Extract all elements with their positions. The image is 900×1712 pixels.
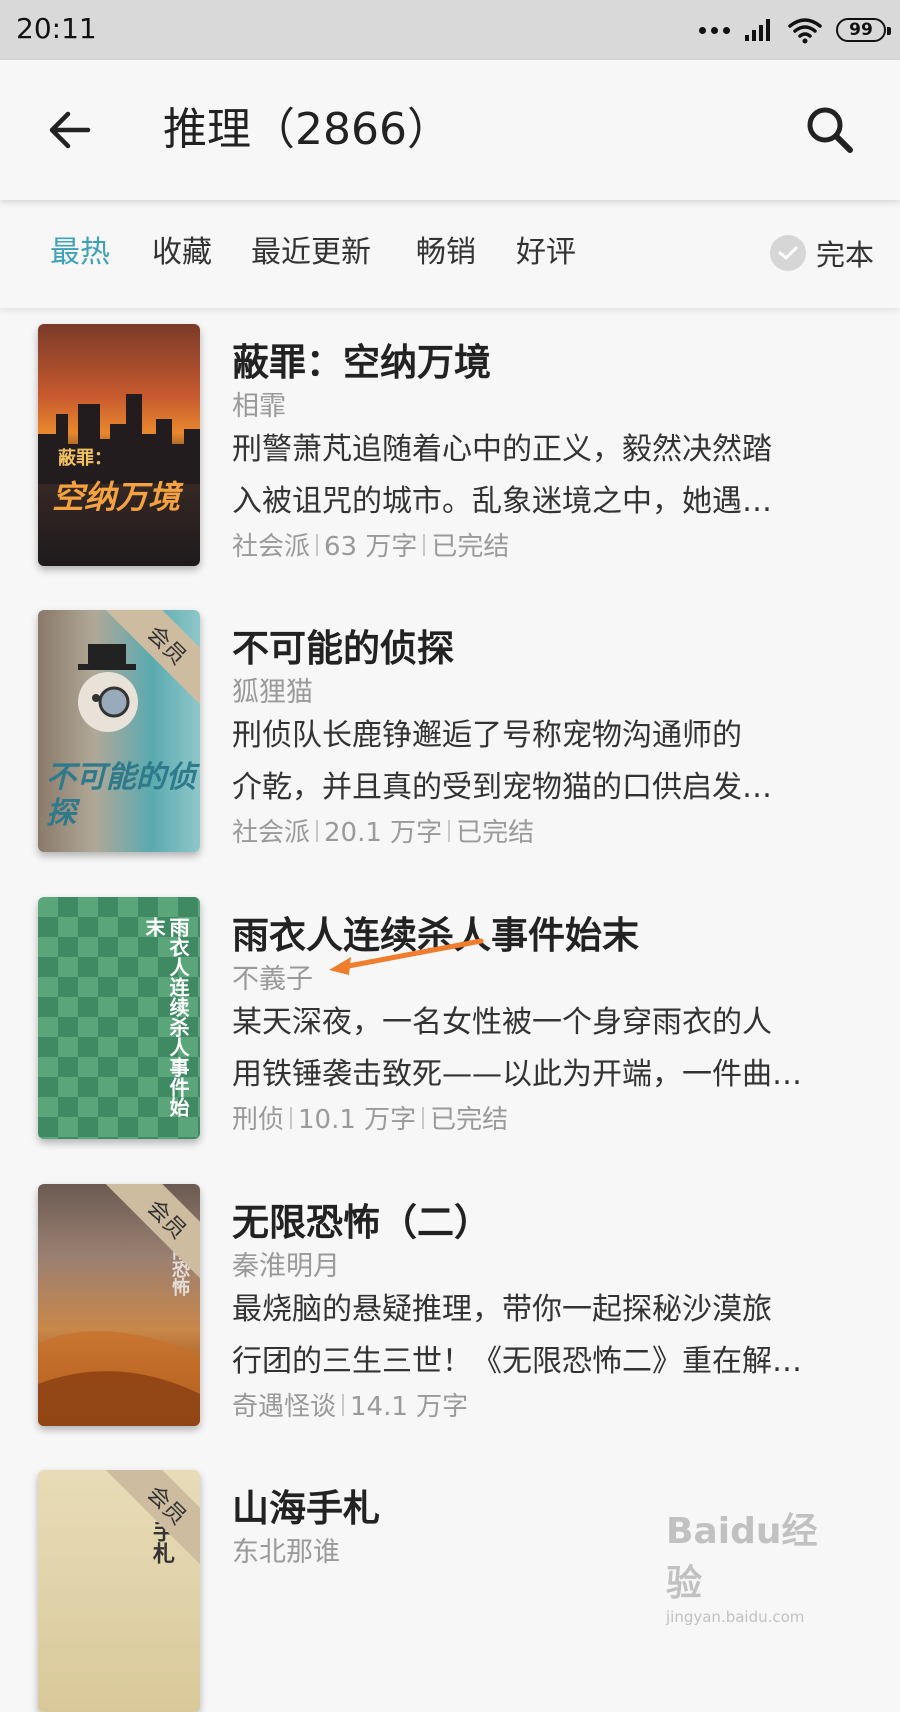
book-genre: 奇遇怪谈 <box>232 1392 337 1422</box>
cover-title: 不可能的侦探 <box>46 760 196 831</box>
book-genre: 社会派 <box>232 532 311 562</box>
book-status: 已完结 <box>456 818 535 848</box>
completed-filter-label: 完本 <box>815 238 874 272</box>
annotation-arrow-icon <box>329 938 484 975</box>
tab-bestseller[interactable]: 畅销 <box>416 231 476 275</box>
book-genre: 刑侦 <box>232 1105 285 1135</box>
book-title: 山海手札 <box>232 1487 380 1530</box>
book-status: 已完结 <box>430 1105 509 1135</box>
book-author: 相霏 <box>232 391 286 422</box>
completed-filter[interactable]: 完本 <box>769 228 874 278</box>
book-description: 最烧脑的悬疑推理，带你一起探秘沙漠旅 行团的三生三世！《无限恐怖二》重在解… <box>232 1292 802 1379</box>
book-meta: 社会派 20.1 万字 已完结 <box>232 812 534 849</box>
check-icon <box>769 235 806 271</box>
book-author: 不義子 <box>232 964 313 995</box>
book-item[interactable]: 无限恐怖 会员 无限恐怖（二） 秦淮明月 最烧脑的悬疑推理，带你一起探秘沙漠旅 … <box>0 1184 900 1434</box>
book-description: 刑警萧芃追随着心中的正义，毅然决然踏 入被诅咒的城市。乱象迷境之中，她遇… <box>232 432 772 519</box>
page-title: 推理（2866） <box>163 104 451 155</box>
book-meta: 刑侦 10.1 万字 已完结 <box>232 1099 508 1136</box>
baidu-watermark: Baidu经验 jingyan.baidu.com <box>666 1511 818 1626</box>
desert-dunes-icon <box>38 1331 200 1426</box>
tab-favorites[interactable]: 收藏 <box>152 231 212 275</box>
tab-recent-update[interactable]: 最近更新 <box>251 231 371 275</box>
battery-icon: 99 <box>836 18 891 42</box>
cover-title: 雨衣人连续杀人事件始末 <box>142 917 190 1117</box>
book-author: 狐狸猫 <box>232 677 313 708</box>
book-item[interactable]: 不可能的侦探 会员 不可能的侦探 狐狸猫 刑侦队长鹿铮邂逅了号称宠物沟通师的 介… <box>0 610 900 860</box>
book-author: 东北那谁 <box>232 1537 340 1568</box>
app-bar: 推理（2866） <box>0 60 900 200</box>
book-meta: 奇遇怪谈 14.1 万字 <box>232 1386 468 1423</box>
book-author: 秦淮明月 <box>232 1251 340 1282</box>
book-status: 已完结 <box>431 532 510 562</box>
signal-icon <box>745 19 770 41</box>
book-description: 刑侦队长鹿铮邂逅了号称宠物沟通师的 介乾，并且真的受到宠物猫的口供启发… <box>232 718 772 805</box>
sort-tabs: 最热 收藏 最近更新 畅销 好评 完本 <box>0 200 900 308</box>
book-word-count: 10.1 万字 <box>298 1105 417 1135</box>
book-cover: 雨衣人连续杀人事件始末 <box>38 897 200 1139</box>
book-title: 蔽罪：空纳万境 <box>232 341 491 384</box>
back-button[interactable] <box>40 100 100 160</box>
arrow-left-icon <box>49 111 91 149</box>
book-word-count: 63 万字 <box>324 532 418 562</box>
cover-title: 空纳万境 <box>52 478 181 516</box>
wifi-icon <box>788 18 822 44</box>
book-cover: 手札 会员 <box>38 1470 200 1712</box>
book-cover: 无限恐怖 会员 <box>38 1184 200 1426</box>
tab-top-rated[interactable]: 好评 <box>516 231 576 275</box>
search-icon <box>807 107 853 153</box>
book-genre: 社会派 <box>232 818 311 848</box>
book-description: 某天深夜，一名女性被一个身穿雨衣的人 用铁锤袭击致死——以此为开端，一件曲… <box>232 1005 802 1092</box>
cover-subtitle: 蔽罪： <box>58 448 112 469</box>
status-icons: 99 <box>699 14 891 46</box>
search-button[interactable] <box>798 98 862 162</box>
book-cover: 蔽罪： 空纳万境 <box>38 324 200 566</box>
tab-hot[interactable]: 最热 <box>50 231 110 275</box>
book-word-count: 20.1 万字 <box>324 818 443 848</box>
status-time: 20:11 <box>16 12 97 45</box>
battery-level: 99 <box>849 20 873 40</box>
cat-detective-icon <box>78 644 138 732</box>
book-meta: 社会派 63 万字 已完结 <box>232 526 509 563</box>
status-bar: 20:11 99 <box>0 0 900 60</box>
book-cover: 不可能的侦探 会员 <box>38 610 200 852</box>
book-title: 无限恐怖（二） <box>232 1201 491 1244</box>
book-item[interactable]: 雨衣人连续杀人事件始末 雨衣人连续杀人事件始末 不義子 某天深夜，一名女性被一个… <box>0 897 900 1147</box>
more-dots-icon <box>699 26 730 34</box>
book-title: 不可能的侦探 <box>232 627 454 670</box>
book-item[interactable]: 蔽罪： 空纳万境 蔽罪：空纳万境 相霏 刑警萧芃追随着心中的正义，毅然决然踏 入… <box>0 324 900 574</box>
book-word-count: 14.1 万字 <box>350 1392 469 1422</box>
